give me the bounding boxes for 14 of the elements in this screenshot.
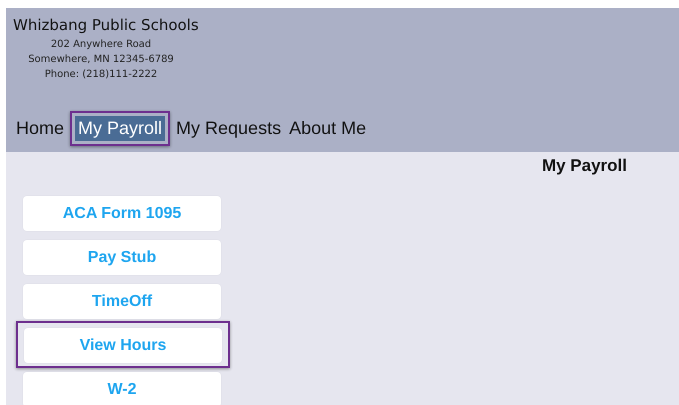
- address-line: Somewhere, MN 12345-6789: [27, 53, 175, 67]
- nav-tab[interactable]: My Payroll: [75, 116, 166, 141]
- address-line: Phone: (218)111-2222: [44, 68, 158, 82]
- menu-button[interactable]: Pay Stub: [23, 240, 221, 275]
- menu-button[interactable]: TimeOff: [23, 284, 221, 319]
- menu-button[interactable]: ACA Form 1095: [23, 196, 221, 231]
- page-title: My Payroll: [542, 156, 627, 176]
- menu-button[interactable]: W-2: [23, 372, 221, 405]
- school-name: Whizbang Public Schools: [13, 16, 200, 34]
- address-line: 202 Anywhere Road: [50, 38, 152, 52]
- nav-tab[interactable]: My Requests: [173, 116, 284, 141]
- menu-button[interactable]: View Hours: [24, 328, 222, 363]
- nav-tab[interactable]: Home: [13, 116, 68, 141]
- nav-tab[interactable]: About Me: [286, 116, 370, 141]
